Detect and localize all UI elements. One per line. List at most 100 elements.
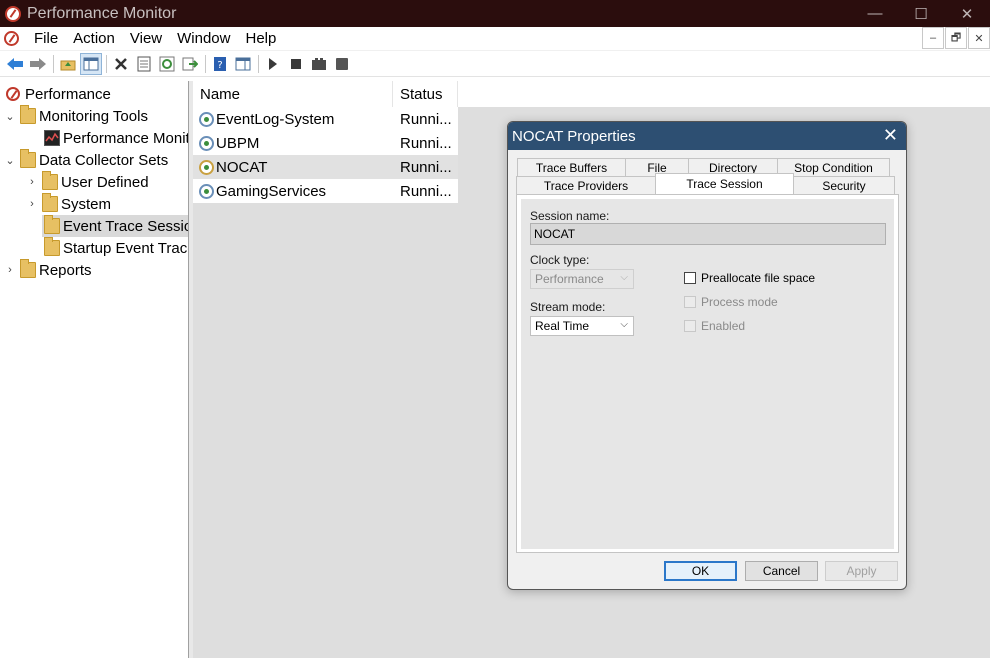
properties-icon[interactable] <box>133 53 155 75</box>
expanded-chevron-icon[interactable]: ⌄ <box>4 110 16 123</box>
properties-dialog: NOCAT Properties ✕ Trace Buffers File Di… <box>507 121 907 590</box>
window-title: Performance Monitor <box>27 4 177 22</box>
trace-session-icon <box>199 159 214 175</box>
maximize-button[interactable]: ☐ <box>898 0 944 27</box>
preallocate-label: Preallocate file space <box>701 271 816 285</box>
checkbox-box <box>684 320 696 332</box>
toolbar-separator <box>106 54 107 73</box>
mdi-restore-button[interactable]: 🗗 <box>945 27 967 49</box>
tab-security[interactable]: Security <box>793 176 895 194</box>
row-name: GamingServices <box>216 182 327 200</box>
expanded-chevron-icon[interactable]: ⌄ <box>4 154 16 167</box>
session-name-field[interactable]: NOCAT <box>530 223 886 245</box>
tab-trace-session[interactable]: Trace Session <box>655 173 794 194</box>
start-icon[interactable] <box>262 53 284 75</box>
tree-item-event-trace-sessions[interactable]: Event Trace Sessions <box>42 215 188 237</box>
clock-type-select: Performance ⌵ <box>530 269 634 289</box>
mdi-minimize-button[interactable]: – <box>922 27 944 49</box>
performance-icon <box>6 87 20 101</box>
system-folder-icon <box>42 193 58 212</box>
menu-action[interactable]: Action <box>66 30 123 47</box>
row-status: Runni... <box>400 110 452 128</box>
show-hide-tree-icon[interactable] <box>80 52 102 75</box>
process-mode-checkbox: Process mode <box>684 295 778 309</box>
record-icon[interactable] <box>331 53 353 75</box>
new-icon[interactable] <box>308 53 330 75</box>
menu-file[interactable]: File <box>27 30 66 47</box>
system-menu-icon[interactable] <box>4 31 19 46</box>
reports-folder-icon <box>20 259 36 278</box>
clock-type-label: Clock type: <box>530 253 590 267</box>
user-folder-icon <box>42 171 58 190</box>
menu-window[interactable]: Window <box>170 30 238 47</box>
menu-help[interactable]: Help <box>238 30 284 47</box>
tree-item-label: Performance <box>25 85 111 103</box>
menu-bar: File Action View Window Help – 🗗 ✕ <box>0 27 990 51</box>
performance-monitor-icon <box>5 5 21 22</box>
tree-item-startup-event-trace-sessions[interactable]: Startup Event Trace Sessions <box>42 237 188 259</box>
minimize-button[interactable]: — <box>852 0 898 27</box>
svg-text:?: ? <box>217 60 222 71</box>
toolbar-separator <box>53 54 54 73</box>
tree-item-label: Event Trace Sessions <box>63 217 188 235</box>
tree-item-data-collector-sets[interactable]: ⌄ Data Collector Sets <box>4 149 168 171</box>
tree-item-reports[interactable]: › Reports <box>4 259 92 281</box>
chevron-down-icon: ⌵ <box>620 319 628 330</box>
back-icon[interactable] <box>4 53 26 75</box>
trace-folder-icon <box>44 215 60 234</box>
mdi-close-button[interactable]: ✕ <box>968 27 990 49</box>
toolbar-separator <box>258 54 259 73</box>
folder-icon <box>20 149 36 168</box>
table-row[interactable]: EventLog-System Runni... <box>193 107 458 131</box>
up-folder-icon[interactable] <box>57 53 79 75</box>
ok-button[interactable]: OK <box>664 561 737 581</box>
export-icon[interactable] <box>179 53 201 75</box>
tree-item-label: Reports <box>39 261 92 279</box>
collapsed-chevron-icon[interactable]: › <box>26 176 38 188</box>
dialog-title: NOCAT Properties <box>512 127 636 145</box>
stop-icon[interactable] <box>285 53 307 75</box>
forward-icon[interactable] <box>27 53 49 75</box>
refresh-icon[interactable] <box>156 53 178 75</box>
chevron-down-icon: ⌵ <box>620 272 628 283</box>
collapsed-chevron-icon[interactable]: › <box>26 198 38 210</box>
trace-session-icon <box>199 111 214 127</box>
row-status: Runni... <box>400 158 452 176</box>
stream-mode-select[interactable]: Real Time ⌵ <box>530 316 634 336</box>
checkbox-box[interactable] <box>684 272 696 284</box>
tab-trace-providers[interactable]: Trace Providers <box>516 176 656 194</box>
tree-item-user-defined[interactable]: › User Defined <box>26 171 149 193</box>
help-icon[interactable]: ? <box>209 53 231 75</box>
column-header-status[interactable]: Status <box>393 81 458 107</box>
table-row[interactable]: GamingServices Runni... <box>193 179 458 203</box>
tab-trace-buffers[interactable]: Trace Buffers <box>517 158 626 176</box>
trace-session-panel: Session name: NOCAT Clock type: Performa… <box>516 194 899 553</box>
tree-item-monitoring-tools[interactable]: ⌄ Monitoring Tools <box>4 105 148 127</box>
menu-view[interactable]: View <box>123 30 170 47</box>
column-header-name[interactable]: Name <box>193 81 393 107</box>
preallocate-checkbox[interactable]: Preallocate file space <box>684 271 815 285</box>
cancel-button[interactable]: Cancel <box>745 561 818 581</box>
trace-session-icon <box>199 183 214 199</box>
delete-icon[interactable] <box>110 53 132 75</box>
list-header: Name Status <box>193 81 458 107</box>
row-status: Runni... <box>400 182 452 200</box>
dialog-close-icon[interactable]: ✕ <box>883 125 898 146</box>
tree-item-label: Performance Monitor <box>63 129 189 147</box>
panel-body: Session name: NOCAT Clock type: Performa… <box>521 199 894 549</box>
close-button[interactable]: ✕ <box>944 0 990 27</box>
row-name: EventLog-System <box>216 110 335 128</box>
checkbox-box <box>684 296 696 308</box>
apply-button: Apply <box>825 561 898 581</box>
dialog-title-bar: NOCAT Properties ✕ <box>508 122 906 150</box>
show-hide-action-icon[interactable] <box>232 53 254 75</box>
row-name: UBPM <box>216 134 260 152</box>
session-name-label: Session name: <box>530 209 610 223</box>
clock-type-value: Performance <box>535 272 604 286</box>
collapsed-chevron-icon[interactable]: › <box>4 264 16 276</box>
table-row[interactable]: UBPM Runni... <box>193 131 458 155</box>
tree-item-system[interactable]: › System <box>26 193 111 215</box>
tree-item-performance-monitor[interactable]: Performance Monitor <box>44 127 189 149</box>
table-row[interactable]: NOCAT Runni... <box>193 155 458 179</box>
tree-item-performance[interactable]: Performance <box>4 83 111 105</box>
